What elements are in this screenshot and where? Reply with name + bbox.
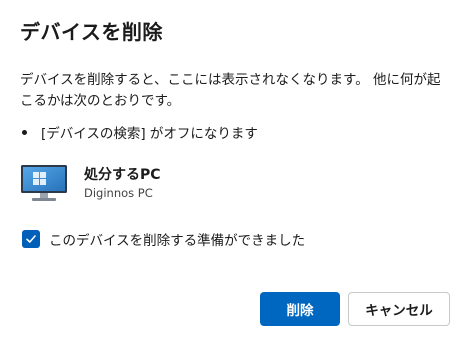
checkmark-icon — [26, 235, 36, 243]
cancel-button[interactable]: キャンセル — [348, 292, 450, 326]
confirm-checkbox-label[interactable]: このデバイスを削除する準備ができました — [49, 229, 305, 249]
device-name: 処分するPC — [84, 167, 161, 183]
device-model: Diginnos PC — [84, 186, 153, 200]
bullet-item: [デバイスの検索] がオフになります — [20, 122, 258, 142]
bullet-item-label: [デバイスの検索] がオフになります — [41, 126, 258, 142]
dialog-description: デバイスを削除すると、ここには表示されなくなります。 他に何が起こるかは次のとお… — [20, 72, 441, 109]
confirm-checkbox[interactable] — [22, 230, 40, 248]
remove-button[interactable]: 削除 — [260, 292, 340, 326]
device-text: 処分するPC Diginnos PC — [84, 163, 161, 201]
desktop-monitor-icon — [21, 165, 67, 201]
dialog-title: デバイスを削除 — [20, 20, 163, 44]
bullet-dot-icon — [22, 129, 27, 135]
remove-device-dialog: デバイスを削除 デバイスを削除すると、ここには表示されなくなります。 他に何が起… — [0, 0, 471, 342]
device-info: 処分するPC Diginnos PC — [20, 163, 161, 203]
confirm-checkbox-row[interactable]: このデバイスを削除する準備ができました — [22, 229, 305, 249]
